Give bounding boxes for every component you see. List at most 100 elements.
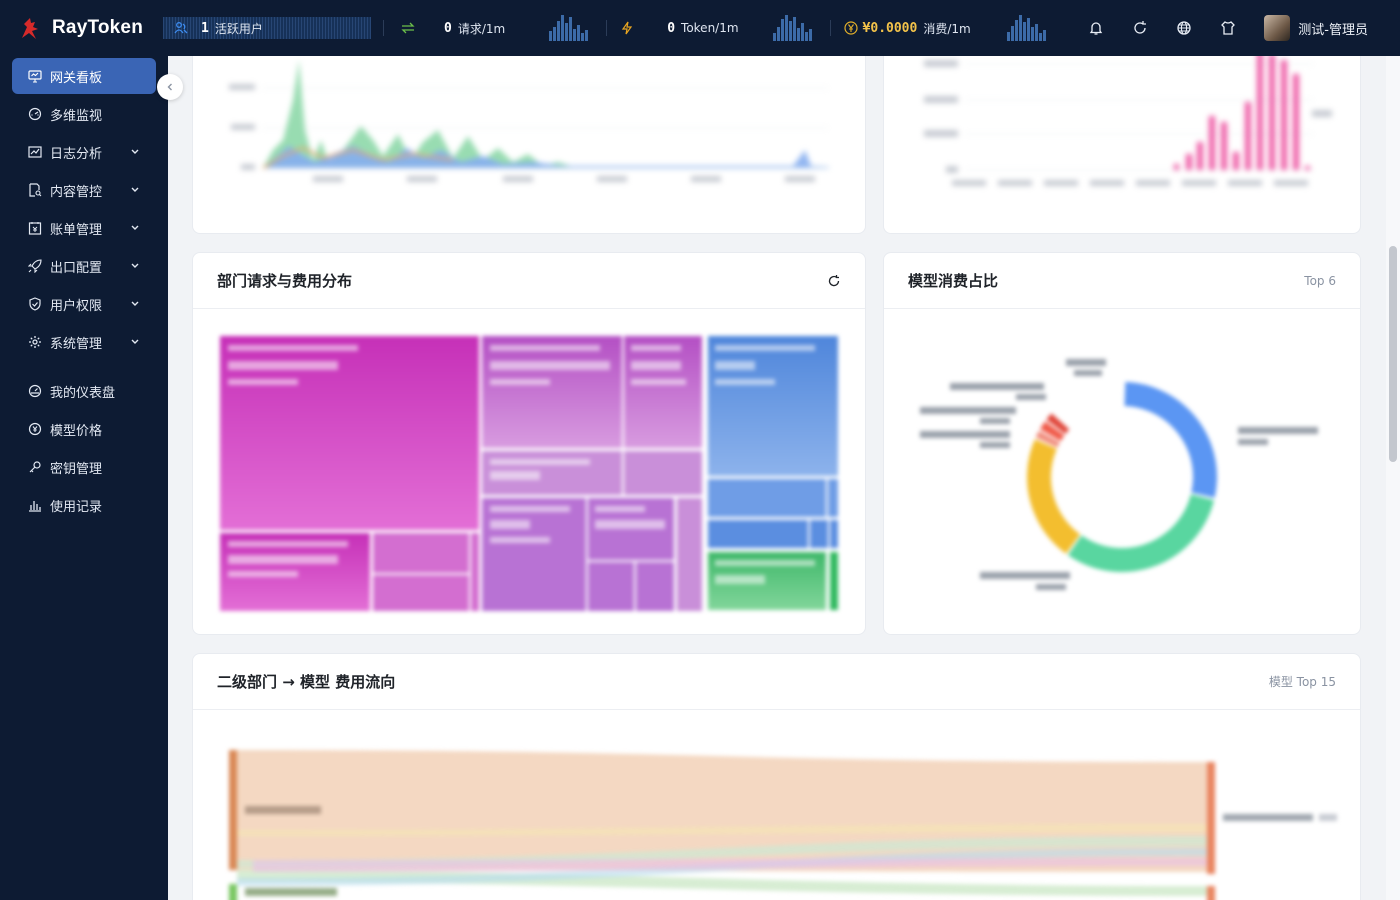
refresh-icon[interactable]	[827, 274, 841, 288]
sidebar-item-usage-records[interactable]: 使用记录	[12, 487, 156, 523]
page-scrollbar[interactable]	[1386, 56, 1400, 900]
card-title: 部门请求与费用分布	[217, 272, 353, 290]
stat-label: 请求/1m	[457, 21, 506, 36]
dashboard-icon	[28, 384, 42, 398]
sidebar-item-my-dashboard[interactable]: 我的仪表盘	[12, 373, 156, 409]
shirt-icon[interactable]	[1206, 0, 1250, 56]
sidebar-item-model-pricing[interactable]: 模型价格	[12, 411, 156, 447]
document-search-icon	[28, 183, 42, 197]
globe-icon[interactable]	[1162, 0, 1206, 56]
stat-tokens: 0 Token/1m	[619, 0, 812, 56]
bill-icon	[28, 221, 42, 235]
cost-flow-card: 二级部门 → 模型 费用流向 模型 Top 15	[192, 653, 1361, 900]
stat-active-users: 1 活跃用户	[163, 0, 371, 56]
stat-value: 0	[444, 20, 452, 36]
yen-icon	[843, 20, 859, 36]
bolt-icon	[619, 20, 635, 36]
sparkline	[1006, 15, 1046, 41]
sidebar-item-label: 日志分析	[50, 146, 103, 162]
sidebar-item-user-permissions[interactable]: 用户权限	[12, 286, 156, 322]
chevron-down-icon	[131, 339, 139, 344]
chevron-down-icon	[131, 225, 139, 230]
chart-line-icon	[28, 145, 42, 159]
stat-value: 0	[667, 20, 676, 36]
sidebar-item-system-admin[interactable]: 系统管理	[12, 324, 156, 360]
stat-value: ¥0.0000	[862, 20, 918, 36]
sidebar-item-label: 模型价格	[50, 423, 103, 439]
sidebar-item-label: 系统管理	[50, 336, 103, 352]
swap-icon	[400, 20, 416, 36]
card-title: 模型消费占比	[908, 272, 999, 290]
stat-value: 1	[201, 20, 209, 36]
model-share-donut	[920, 359, 1318, 590]
key-icon	[28, 460, 42, 474]
chevron-left-icon	[167, 83, 172, 91]
card-extra: 模型 Top 15	[1268, 675, 1336, 689]
top-bar: RayToken 1 活跃用户 0 请求/1m 0 Token/1m ¥0.00…	[0, 0, 1400, 56]
sidebar-item-label: 多维监视	[50, 108, 103, 124]
sidebar-item-gateway-dashboard[interactable]: 网关看板	[12, 58, 156, 94]
rocket-icon	[28, 259, 42, 273]
sparkline	[772, 15, 812, 41]
trend-chart-card	[192, 30, 866, 234]
card-header: 部门请求与费用分布	[193, 253, 865, 309]
sparkline	[549, 15, 589, 41]
stat-label: 消费/1m	[923, 21, 971, 36]
chevron-down-icon	[131, 263, 139, 268]
user-name: 测试-管理员	[1298, 22, 1368, 38]
users-icon	[173, 20, 189, 36]
gauge-icon	[28, 107, 42, 121]
sidebar-item-label: 出口配置	[50, 260, 103, 276]
sidebar-item-label: 账单管理	[50, 222, 103, 238]
chevron-down-icon	[131, 187, 139, 192]
sidebar-item-content-control[interactable]: 内容管控	[12, 172, 156, 208]
cost-flow-sankey	[229, 750, 1337, 900]
user-menu[interactable]: 测试-管理员	[1264, 15, 1368, 41]
trend-chart	[229, 60, 829, 182]
card-header: 模型消费占比 Top 6	[884, 253, 1360, 309]
dept-treemap	[220, 336, 838, 611]
logo-icon	[22, 18, 38, 39]
daily-cost-chart-card	[883, 30, 1361, 234]
card-header: 二级部门 → 模型 费用流向 模型 Top 15	[193, 654, 1360, 710]
sidebar-item-multi-monitor[interactable]: 多维监视	[12, 96, 156, 132]
sidebar-item-label: 网关看板	[50, 70, 103, 86]
top-actions: 测试-管理员	[1074, 0, 1400, 56]
sidebar-item-billing[interactable]: 账单管理	[12, 210, 156, 246]
sidebar-item-key-management[interactable]: 密钥管理	[12, 449, 156, 485]
sidebar: 网关看板 多维监视 日志分析 内容管控 账单管理 出口配置 用户权限 系统管理 …	[0, 56, 168, 900]
card-title: 二级部门 → 模型 费用流向	[217, 673, 396, 691]
dept-distribution-card: 部门请求与费用分布	[192, 252, 866, 635]
stat-requests: 0 请求/1m	[396, 0, 589, 56]
monitor-icon	[28, 69, 42, 83]
sidebar-item-label: 密钥管理	[50, 461, 103, 477]
sidebar-item-egress-config[interactable]: 出口配置	[12, 248, 156, 284]
chevron-down-icon	[131, 301, 139, 306]
sidebar-item-label: 用户权限	[50, 298, 103, 314]
sidebar-item-label: 内容管控	[50, 184, 103, 200]
bell-icon[interactable]	[1074, 0, 1118, 56]
divider	[606, 20, 608, 36]
chevron-down-icon	[131, 149, 139, 154]
stat-cost: ¥0.0000 消费/1m	[843, 0, 1046, 56]
logo[interactable]: RayToken	[0, 0, 168, 56]
bar-chart-icon	[28, 498, 42, 512]
sidebar-item-log-analysis[interactable]: 日志分析	[12, 134, 156, 170]
price-icon	[28, 422, 42, 436]
shield-icon	[28, 297, 42, 311]
refresh-icon[interactable]	[1118, 0, 1162, 56]
divider	[383, 20, 384, 36]
card-extra: Top 6	[1304, 273, 1336, 288]
sidebar-collapse-button[interactable]	[157, 74, 183, 100]
sidebar-item-label: 我的仪表盘	[50, 385, 116, 401]
gear-icon	[28, 335, 42, 349]
stat-label: Token/1m	[681, 21, 739, 35]
daily-cost-chart	[924, 48, 1332, 186]
scrollbar-thumb[interactable]	[1389, 246, 1397, 462]
model-share-card: 模型消费占比 Top 6	[883, 252, 1361, 635]
divider	[829, 20, 831, 36]
stat-label: 活跃用户	[214, 21, 263, 36]
avatar	[1264, 15, 1291, 41]
sidebar-item-label: 使用记录	[50, 499, 103, 515]
brand-name: RayToken	[52, 17, 143, 38]
